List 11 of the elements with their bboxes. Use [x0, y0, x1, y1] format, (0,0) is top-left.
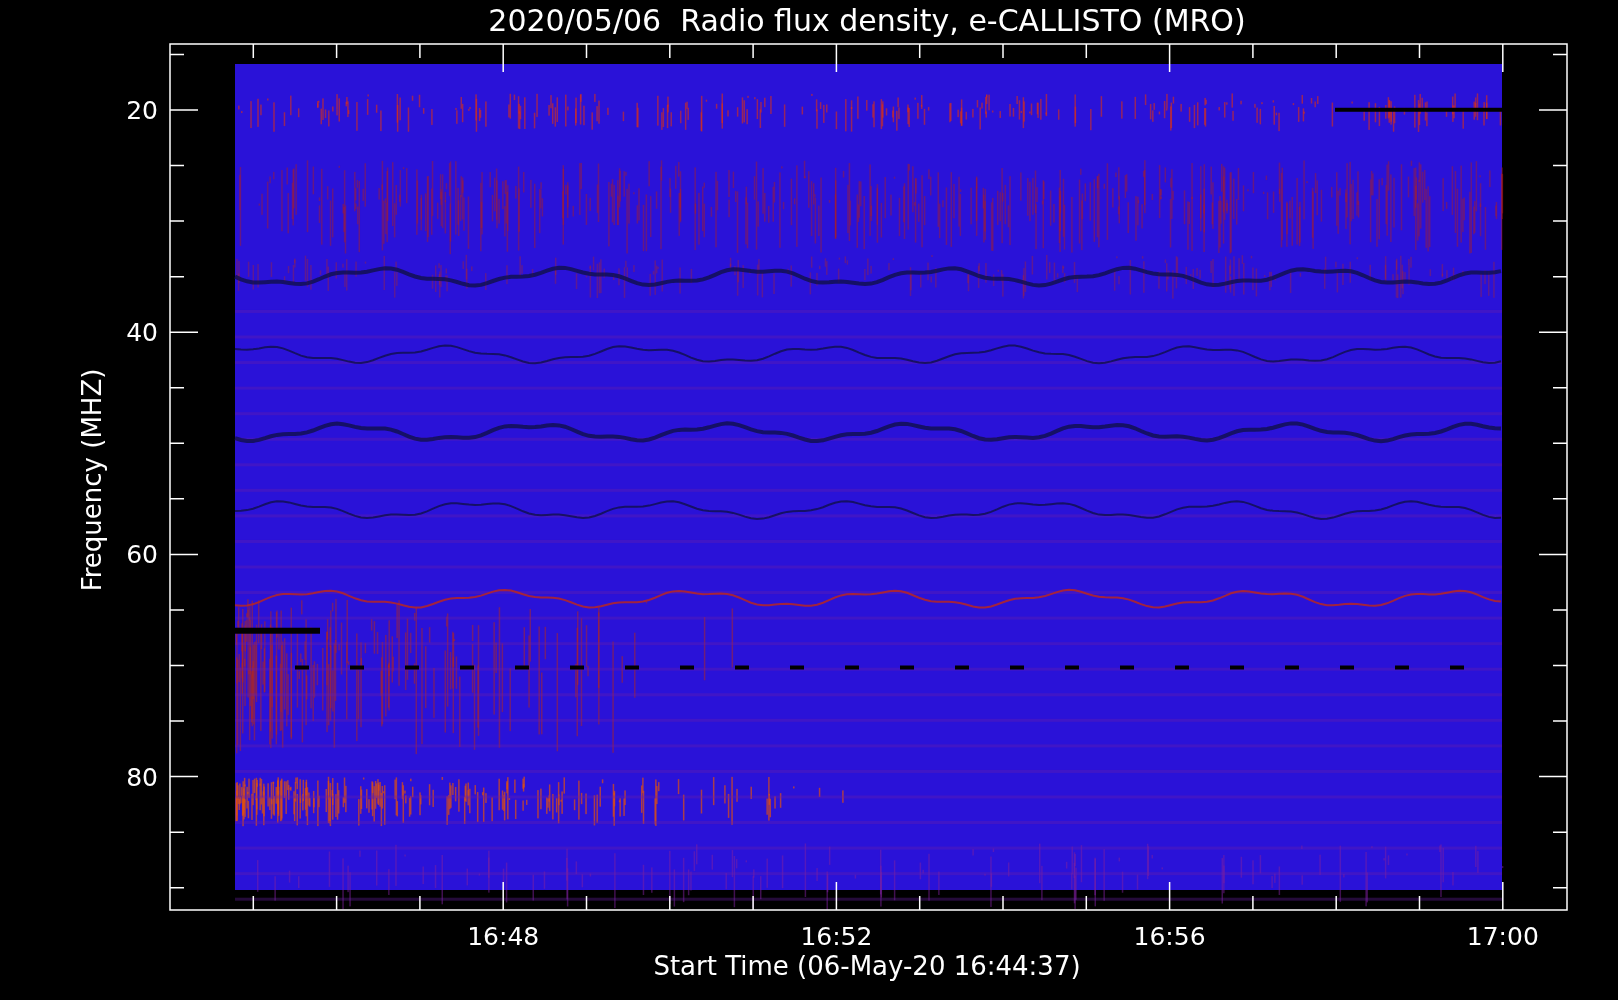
x-tick-label: 16:52	[800, 922, 873, 951]
x-tick-label: 17:00	[1466, 922, 1539, 951]
x-axis-title: Start Time (06-May-20 16:44:37)	[653, 951, 1081, 981]
x-tick-label: 16:48	[467, 922, 540, 951]
y-tick-label: 80	[126, 762, 158, 792]
chart-title: 2020/05/06 Radio flux density, e-CALLISTO (MRO)	[488, 3, 1246, 38]
y-tick-label: 40	[126, 318, 158, 348]
y-axis-title: Frequency (MHZ)	[77, 368, 107, 592]
y-tick-label: 20	[126, 96, 158, 125]
y-tick-label: 60	[126, 540, 158, 570]
x-tick-label: 16:56	[1133, 922, 1206, 951]
